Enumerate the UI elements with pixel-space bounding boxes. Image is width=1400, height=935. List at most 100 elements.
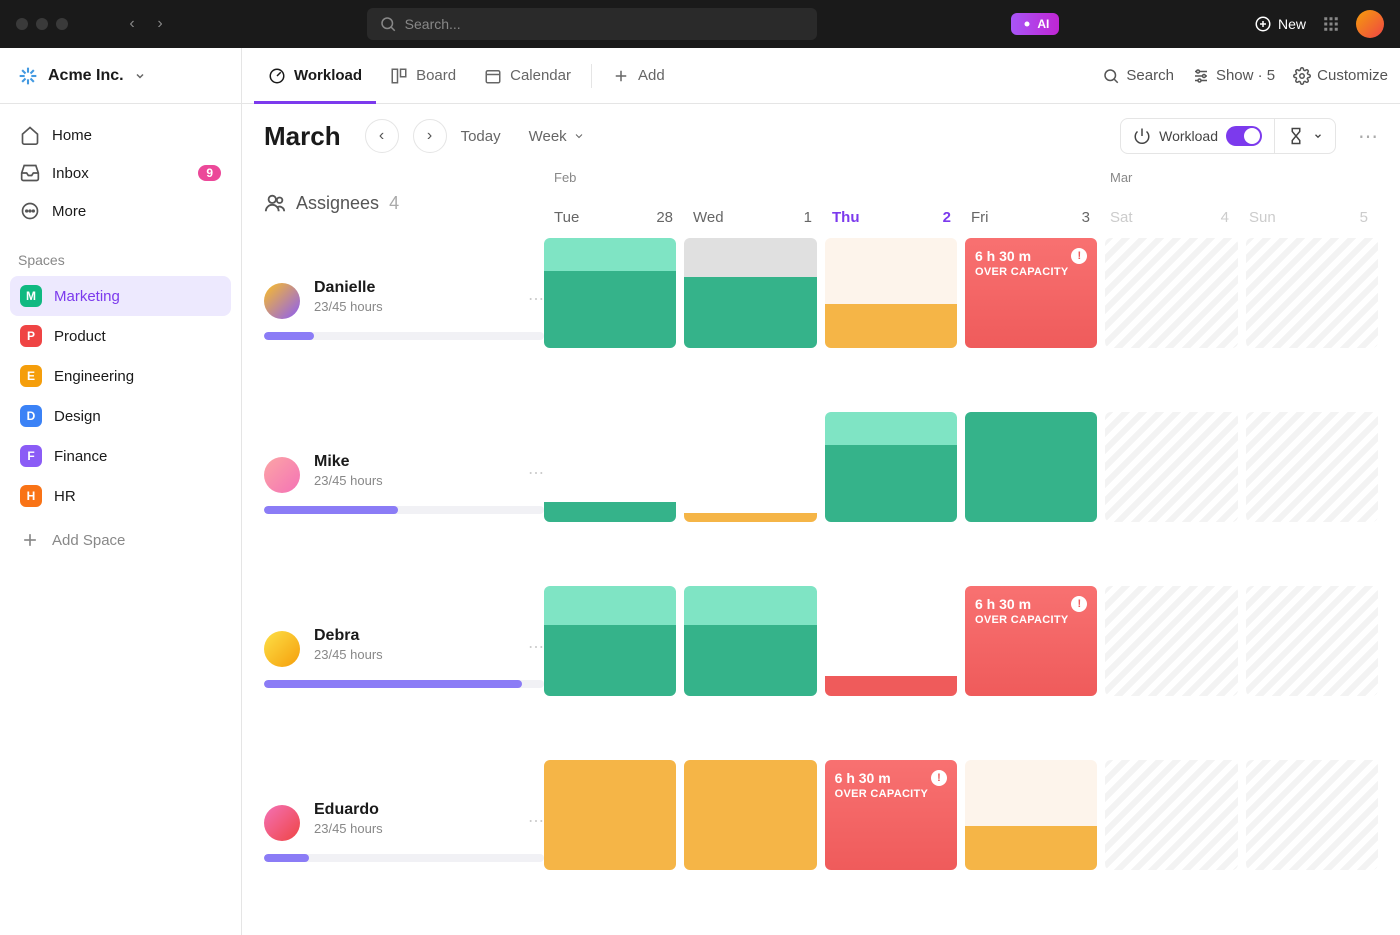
workload-cell[interactable]	[825, 412, 957, 522]
sidebar-item-inbox[interactable]: Inbox 9	[10, 154, 231, 192]
tab-workload[interactable]: Workload	[254, 48, 376, 104]
sort-button[interactable]	[1274, 119, 1335, 153]
show-button[interactable]: Show · 5	[1192, 67, 1275, 85]
avatar[interactable]	[264, 457, 300, 493]
assignee-hours: 23/45 hours	[314, 821, 544, 836]
workload-cell[interactable]	[544, 412, 676, 522]
sidebar-item-home[interactable]: Home	[10, 116, 231, 154]
day-header: FebTue28	[544, 168, 683, 238]
workload-cell[interactable]	[1105, 760, 1237, 870]
assignee-name: Debra	[314, 627, 544, 645]
workload-cell[interactable]	[544, 760, 676, 870]
row-more-button[interactable]: ⋯	[528, 637, 544, 657]
day-header: MarSat4	[1100, 168, 1239, 238]
sliders-icon	[1192, 67, 1210, 85]
assignee-name: Eduardo	[314, 801, 544, 819]
workload-cell[interactable]	[544, 238, 676, 348]
sidebar-item-finance[interactable]: FFinance	[10, 436, 231, 476]
prev-button[interactable]: ‹	[365, 119, 399, 153]
workload-cell[interactable]	[965, 760, 1097, 870]
today-button[interactable]: Today	[461, 128, 501, 145]
minimize-icon[interactable]	[36, 18, 48, 30]
workload-cell[interactable]	[965, 412, 1097, 522]
workload-toggle[interactable]: Workload	[1121, 119, 1274, 153]
avatar[interactable]	[264, 805, 300, 841]
workspace-switcher[interactable]: Acme Inc.	[0, 48, 241, 104]
progress-bar	[264, 506, 544, 514]
workload-cell[interactable]	[825, 586, 957, 696]
assignee-name: Mike	[314, 453, 544, 471]
assignee-hours: 23/45 hours	[314, 299, 544, 314]
tabs: Workload Board Calendar Add Search	[242, 48, 1400, 104]
avatar[interactable]	[264, 283, 300, 319]
board-icon	[390, 67, 408, 85]
assignee-cell: Eduardo 23/45 hours ⋯	[264, 760, 544, 902]
search-input[interactable]: Search...	[367, 8, 817, 40]
avatar[interactable]	[1356, 10, 1384, 38]
assignee-cell: Mike 23/45 hours ⋯	[264, 412, 544, 554]
overcapacity-badge: 6 h 30 m OVER CAPACITY !	[825, 760, 957, 870]
workload-cell[interactable]	[684, 412, 816, 522]
search-placeholder: Search...	[405, 16, 461, 32]
workload-cell[interactable]	[684, 238, 816, 348]
chevron-down-icon	[1313, 131, 1323, 141]
sidebar-item-product[interactable]: PProduct	[10, 316, 231, 356]
next-button[interactable]: ›	[413, 119, 447, 153]
maximize-icon[interactable]	[56, 18, 68, 30]
workload-cell[interactable]: 6 h 30 m OVER CAPACITY !	[825, 760, 957, 870]
toggle-switch[interactable]	[1226, 126, 1262, 146]
nav-forward-button[interactable]: ›	[148, 15, 172, 33]
apps-icon[interactable]	[1322, 15, 1340, 33]
row-more-button[interactable]: ⋯	[528, 811, 544, 831]
ai-button[interactable]: AI	[1011, 13, 1059, 35]
alert-icon: !	[931, 770, 947, 786]
sparkle-icon	[1021, 18, 1033, 30]
period-selector[interactable]: Week	[529, 128, 585, 145]
customize-button[interactable]: Customize	[1293, 67, 1388, 85]
workload-cell[interactable]: 6 h 30 m OVER CAPACITY !	[965, 586, 1097, 696]
workload-cell[interactable]	[1105, 412, 1237, 522]
day-header: Sun5	[1239, 168, 1378, 238]
close-icon[interactable]	[16, 18, 28, 30]
assignee-name: Danielle	[314, 279, 544, 297]
workload-cell[interactable]	[1246, 760, 1378, 870]
workload-cell[interactable]	[544, 586, 676, 696]
window-controls	[16, 18, 68, 30]
row-more-button[interactable]: ⋯	[528, 463, 544, 483]
avatar[interactable]	[264, 631, 300, 667]
workload-cell[interactable]	[1246, 412, 1378, 522]
add-view-button[interactable]: Add	[598, 48, 679, 104]
sidebar-item-more[interactable]: More	[10, 192, 231, 230]
assignee-cell: Danielle 23/45 hours ⋯	[264, 238, 544, 380]
nav-back-button[interactable]: ‹	[120, 15, 144, 33]
workload-cell[interactable]	[825, 238, 957, 348]
sidebar-item-marketing[interactable]: MMarketing	[10, 276, 231, 316]
search-button[interactable]: Search	[1102, 67, 1174, 85]
more-button[interactable]: ⋯	[1358, 124, 1378, 149]
space-icon: H	[20, 485, 42, 507]
tab-calendar[interactable]: Calendar	[470, 48, 585, 104]
sidebar-item-engineering[interactable]: EEngineering	[10, 356, 231, 396]
space-icon: F	[20, 445, 42, 467]
workload-cell[interactable]	[684, 760, 816, 870]
assignees-header: Assignees 4	[264, 168, 544, 238]
workload-cell[interactable]	[684, 586, 816, 696]
workload-cell[interactable]	[1246, 586, 1378, 696]
add-space-button[interactable]: Add Space	[10, 520, 231, 560]
search-icon	[379, 15, 397, 33]
workload-cell[interactable]	[1105, 586, 1237, 696]
space-icon: P	[20, 325, 42, 347]
row-more-button[interactable]: ⋯	[528, 289, 544, 309]
sidebar-item-label: Inbox	[52, 165, 89, 182]
workload-cell[interactable]	[1246, 238, 1378, 348]
inbox-badge: 9	[198, 165, 221, 181]
more-icon	[20, 201, 40, 221]
workload-cell[interactable]	[1105, 238, 1237, 348]
new-button[interactable]: New	[1254, 15, 1306, 33]
progress-bar	[264, 680, 544, 688]
workload-cell[interactable]: 6 h 30 m OVER CAPACITY !	[965, 238, 1097, 348]
tab-board[interactable]: Board	[376, 48, 470, 104]
assignee-cell: Debra 23/45 hours ⋯	[264, 586, 544, 728]
sidebar-item-hr[interactable]: HHR	[10, 476, 231, 516]
sidebar-item-design[interactable]: DDesign	[10, 396, 231, 436]
